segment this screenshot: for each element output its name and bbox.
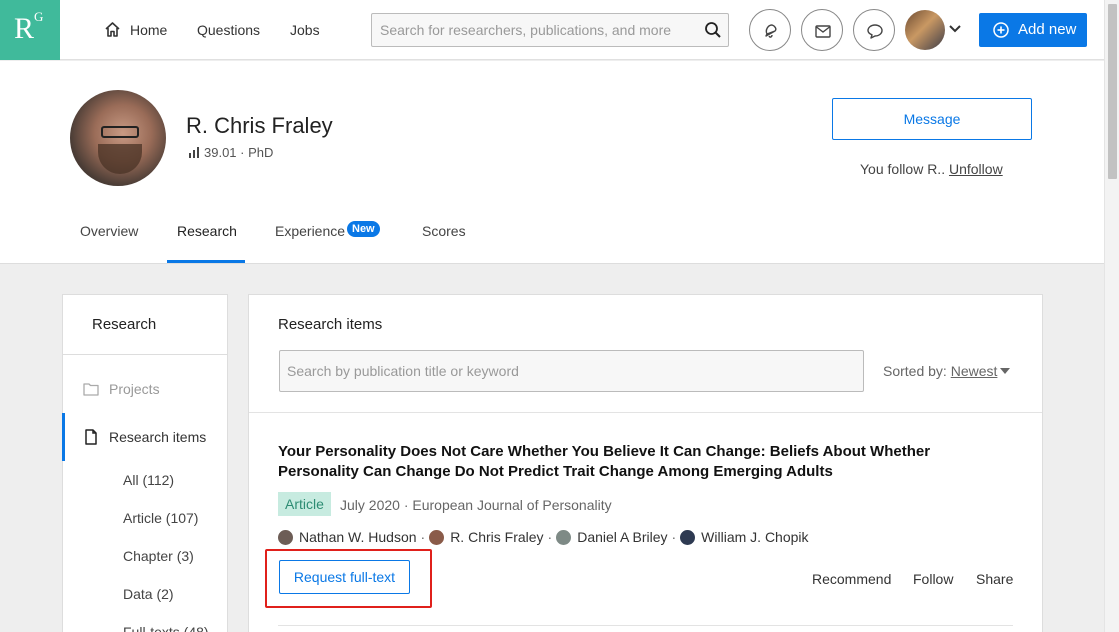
document-icon — [85, 429, 97, 445]
global-search-input[interactable] — [372, 14, 692, 46]
sidebar-divider — [63, 354, 227, 355]
active-tab-indicator — [167, 260, 245, 263]
article-type-badge: Article — [278, 492, 331, 516]
author-link[interactable]: Nathan W. Hudson — [278, 528, 417, 546]
top-navbar: R G Home Questions Jobs Search for resea… — [0, 0, 1104, 60]
add-new-button[interactable]: Add new — [979, 13, 1087, 47]
global-search — [371, 13, 729, 47]
user-avatar[interactable] — [905, 10, 945, 50]
author-link[interactable]: R. Chris Fraley — [429, 528, 544, 546]
scrollbar-thumb[interactable] — [1108, 4, 1117, 179]
follow-status-text: You follow R.. — [860, 161, 946, 177]
author-avatar — [556, 530, 572, 545]
author-link[interactable]: Daniel A Briley — [556, 528, 668, 546]
author-avatar — [680, 530, 696, 545]
sort-control[interactable]: Sorted by: Newest — [883, 362, 1011, 380]
author-name: William J. Chopik — [701, 529, 809, 545]
avatar-glasses — [101, 126, 139, 138]
filter-chapter[interactable]: Chapter (3) — [123, 547, 194, 565]
avatar-beard — [98, 144, 142, 174]
nav-home[interactable]: Home — [130, 20, 167, 40]
plus-circle-icon — [993, 22, 1009, 38]
folder-icon — [83, 383, 99, 396]
separator: · — [671, 529, 677, 545]
new-badge: New — [347, 221, 380, 237]
nav-jobs[interactable]: Jobs — [290, 20, 320, 40]
author-avatar — [278, 530, 293, 545]
panel-title: Research items — [278, 316, 383, 333]
author-list: Nathan W. Hudson · R. Chris Fraley · Daniel … — [278, 528, 809, 546]
unfollow-link[interactable]: Unfollow — [949, 161, 1003, 177]
tab-research[interactable]: Research — [177, 222, 237, 240]
follow-button[interactable]: Follow — [913, 570, 953, 588]
panel-divider — [249, 412, 1042, 413]
share-button[interactable]: Share — [976, 570, 1013, 588]
sidebar-title: Research — [92, 316, 157, 333]
speech-bubble-icon — [867, 24, 883, 39]
profile-score: 39.01 · PhD — [188, 145, 273, 161]
nav-questions[interactable]: Questions — [197, 20, 260, 40]
home-icon[interactable] — [104, 21, 121, 38]
research-sidebar: Research Projects Research items All (11… — [62, 294, 228, 632]
profile-header: R. Chris Fraley 39.01 · PhD Message You … — [0, 61, 1104, 264]
filter-full-texts[interactable]: Full-texts (48) — [123, 623, 209, 632]
sort-label: Sorted by: — [883, 363, 947, 379]
bar-chart-icon — [189, 147, 199, 158]
request-full-text-button[interactable]: Request full-text — [279, 560, 410, 594]
page-scrollbar[interactable] — [1104, 0, 1119, 632]
profile-avatar — [70, 90, 166, 186]
sort-value[interactable]: Newest — [951, 363, 998, 379]
author-name: Daniel A Briley — [577, 529, 668, 545]
notifications-button[interactable] — [749, 9, 791, 51]
profile-name[interactable]: R. Chris Fraley — [186, 113, 333, 139]
item-divider — [278, 625, 1013, 626]
questions-button[interactable] — [853, 9, 895, 51]
chevron-down-icon[interactable] — [948, 24, 962, 34]
message-button[interactable]: Message — [832, 98, 1032, 140]
search-icon[interactable] — [704, 21, 722, 39]
follow-status: You follow R.. Unfollow — [860, 160, 1003, 178]
author-link[interactable]: William J. Chopik — [680, 528, 809, 546]
publication-search-input[interactable] — [280, 351, 863, 391]
tab-scores[interactable]: Scores — [422, 222, 466, 240]
filter-data[interactable]: Data (2) — [123, 585, 174, 603]
filter-all[interactable]: All (112) — [123, 471, 174, 489]
sidebar-active-indicator — [62, 413, 65, 461]
add-new-label: Add new — [1018, 21, 1077, 38]
profile-score-text: 39.01 · PhD — [204, 145, 274, 160]
envelope-icon — [815, 25, 831, 38]
messages-button[interactable] — [801, 9, 843, 51]
author-name: Nathan W. Hudson — [299, 529, 417, 545]
sidebar-item-projects[interactable]: Projects — [109, 380, 160, 398]
recommend-button[interactable]: Recommend — [812, 570, 891, 588]
caret-down-icon[interactable] — [1000, 368, 1011, 374]
article-meta: July 2020 · European Journal of Personal… — [340, 497, 612, 513]
researchgate-logo[interactable]: R G — [0, 0, 60, 60]
article-title[interactable]: Your Personality Does Not Care Whether Y… — [278, 442, 978, 482]
sidebar-item-research-items[interactable]: Research items — [109, 428, 206, 446]
tab-experience[interactable]: Experience — [275, 222, 345, 240]
bell-icon — [765, 24, 777, 38]
separator: · — [420, 529, 426, 545]
separator: · — [547, 529, 553, 545]
research-items-panel: Research items Sorted by: Newest Your Pe… — [248, 294, 1043, 632]
tab-overview[interactable]: Overview — [80, 222, 138, 240]
author-avatar — [429, 530, 445, 545]
author-name: R. Chris Fraley — [450, 529, 544, 545]
filter-article[interactable]: Article (107) — [123, 509, 198, 527]
publication-search — [279, 350, 864, 392]
